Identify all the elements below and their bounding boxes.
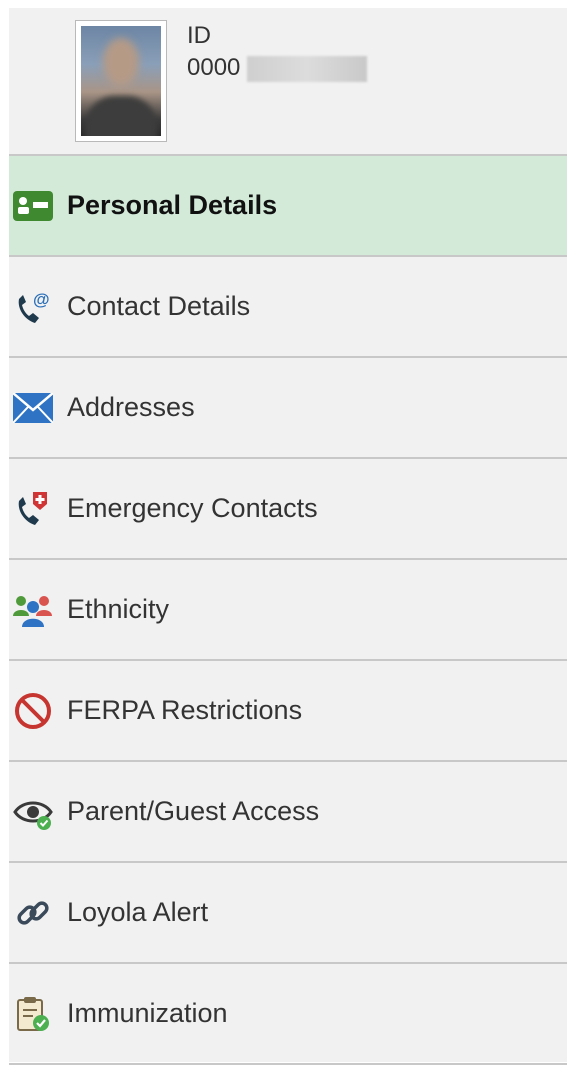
nav-item-addresses[interactable]: Addresses [9,358,567,459]
profile-photo-image [81,26,161,136]
nav-item-ethnicity[interactable]: Ethnicity [9,560,567,661]
nav-item-loyola-alert[interactable]: Loyola Alert [9,863,567,964]
id-label: ID [187,22,211,49]
nav-item-emergency-contacts[interactable]: Emergency Contacts [9,459,567,560]
nav-item-parent-guest-access[interactable]: Parent/Guest Access [9,762,567,863]
clipboard-check-icon [11,992,55,1036]
nav-label: Addresses [67,392,195,422]
nav-label: Ethnicity [67,594,170,624]
nav-label: Parent/Guest Access [67,796,320,826]
envelope-icon [11,386,55,430]
nav-item-immunization[interactable]: Immunization [9,964,567,1065]
eye-check-icon [11,790,55,834]
profile-photo [75,20,167,142]
nav-item-personal-details[interactable]: Personal Details [9,156,567,257]
emergency-phone-icon [11,487,55,531]
svg-text:@: @ [33,290,50,309]
prohibited-icon [11,689,55,733]
profile-header: ID 0000 [9,8,567,156]
phone-email-icon: @ [11,285,55,329]
link-icon [11,891,55,935]
people-icon [11,588,55,632]
id-value: 0000 [187,54,241,81]
nav-item-contact-details[interactable]: @ Contact Details [9,257,567,358]
sidebar-panel: ID 0000 Personal Details @ Contact Detai… [9,8,567,1065]
nav-label: Personal Details [67,190,278,220]
redacted-id-mask [247,56,367,82]
nav-label: Emergency Contacts [67,493,318,523]
id-card-icon [11,184,55,228]
nav-label: Immunization [67,998,228,1028]
nav-label: FERPA Restrictions [67,695,303,725]
nav-label: Contact Details [67,291,251,321]
nav-label: Loyola Alert [67,897,209,927]
nav-item-ferpa-restrictions[interactable]: FERPA Restrictions [9,661,567,762]
